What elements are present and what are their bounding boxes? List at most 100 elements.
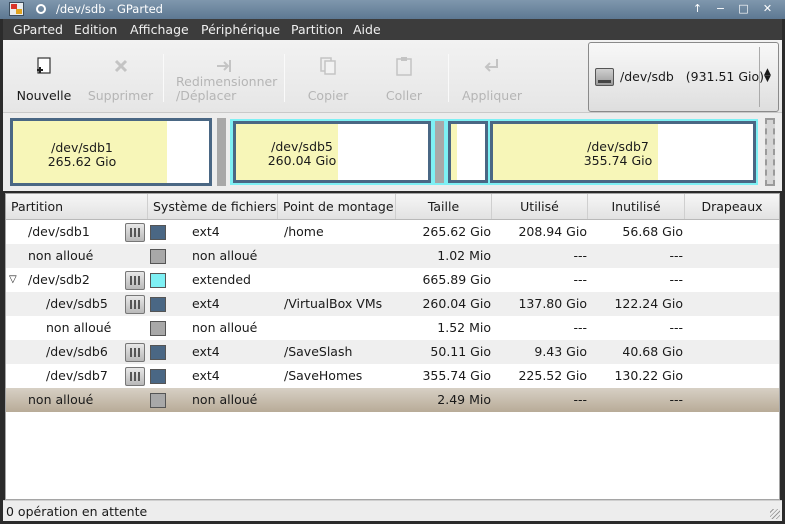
filesystem-color-swatch bbox=[150, 297, 166, 312]
cell-mountpoint: /home bbox=[284, 224, 324, 239]
menu-aide[interactable]: Aide bbox=[353, 22, 381, 37]
cell-unused: --- bbox=[669, 272, 683, 287]
map-unallocated-2[interactable] bbox=[435, 121, 444, 183]
table-row[interactable]: non alloué non alloué 1.52 Mio --- --- bbox=[6, 316, 779, 340]
new-partition-button[interactable]: Nouvelle bbox=[9, 40, 79, 113]
combo-arrows-icon: ▲ ▼ bbox=[764, 67, 771, 84]
minimize-button[interactable]: − bbox=[713, 2, 728, 16]
map-sdb5-size: 260.04 Gio bbox=[267, 153, 337, 168]
partition-map: /dev/sdb1 265.62 Gio /dev/sdb5 260.04 Gi… bbox=[3, 113, 782, 191]
filesystem-color-swatch bbox=[150, 249, 166, 264]
map-sdb1-name: /dev/sdb1 bbox=[51, 140, 113, 155]
col-flags[interactable]: Drapeaux bbox=[685, 194, 779, 219]
filesystem-color-swatch bbox=[150, 345, 166, 360]
menu-partition[interactable]: Partition bbox=[291, 22, 343, 37]
map-unallocated-1[interactable] bbox=[217, 118, 226, 186]
menu-bar: GParted Edition Affichage Périphérique P… bbox=[3, 19, 782, 40]
cell-partition: /dev/sdb2 bbox=[28, 272, 90, 287]
col-size[interactable]: Taille bbox=[396, 194, 492, 219]
cell-unused: --- bbox=[669, 248, 683, 263]
map-sdb5-name: /dev/sdb5 bbox=[271, 139, 333, 154]
cell-used: 9.43 Gio bbox=[534, 344, 587, 359]
table-row[interactable]: /dev/sdb1 ext4/home 265.62 Gio 208.94 Gio 56… bbox=[6, 220, 779, 244]
cell-unused: --- bbox=[669, 392, 683, 407]
resize-move-button[interactable]: Redimensionner /Déplacer bbox=[171, 40, 277, 113]
device-selector-divider bbox=[759, 47, 760, 107]
hard-disk-icon bbox=[595, 68, 614, 86]
cell-size: 1.52 Mio bbox=[437, 320, 491, 335]
map-sdb7-size: 355.74 Gio bbox=[583, 153, 653, 168]
col-filesystem[interactable]: Système de fichiers bbox=[148, 194, 278, 219]
mounted-lock-icon bbox=[125, 343, 145, 362]
map-partition-sdb6[interactable] bbox=[448, 121, 488, 183]
cell-mountpoint: /SaveSlash bbox=[284, 344, 353, 359]
device-selector[interactable]: /dev/sdb (931.51 Gio) ▲ ▼ bbox=[588, 42, 779, 112]
resize-move-icon bbox=[217, 60, 231, 72]
cell-used: --- bbox=[573, 320, 587, 335]
resize-label-2: /Déplacer bbox=[176, 88, 237, 103]
table-row[interactable]: /dev/sdb6 ext4/SaveSlash 50.11 Gio 9.43 Gio… bbox=[6, 340, 779, 364]
cell-filesystem: non alloué bbox=[192, 248, 258, 263]
col-partition[interactable]: Partition bbox=[6, 194, 148, 219]
sticky-pin-icon[interactable] bbox=[36, 4, 46, 14]
gparted-app-icon[interactable] bbox=[9, 2, 24, 16]
col-mountpoint[interactable]: Point de montage bbox=[278, 194, 396, 219]
cell-mountpoint: /SaveHomes bbox=[284, 368, 363, 383]
cell-size: 265.62 Gio bbox=[422, 224, 491, 239]
filesystem-color-swatch bbox=[150, 321, 166, 336]
table-row[interactable]: /dev/sdb7 ext4/SaveHomes 355.74 Gio 225.52 … bbox=[6, 364, 779, 388]
menu-edition[interactable]: Edition bbox=[74, 22, 117, 37]
cell-used: 208.94 Gio bbox=[518, 224, 587, 239]
status-bar: 0 opération en attente bbox=[3, 500, 782, 521]
table-row[interactable]: ▽ /dev/sdb2 extended 665.89 Gio --- --- bbox=[6, 268, 779, 292]
menu-affichage[interactable]: Affichage bbox=[130, 22, 189, 37]
cell-size: 2.49 Mio bbox=[437, 392, 491, 407]
toolbar-separator bbox=[284, 54, 285, 102]
cell-unused: 56.68 Gio bbox=[622, 224, 683, 239]
map-partition-sdb5[interactable]: /dev/sdb5 260.04 Gio bbox=[233, 121, 431, 183]
new-partition-icon bbox=[37, 57, 51, 74]
partition-table: Partition Système de fichiers Point de m… bbox=[5, 193, 780, 500]
toolbar-separator bbox=[163, 54, 164, 102]
copy-button[interactable]: Copier bbox=[293, 40, 363, 113]
map-partition-sdb1[interactable]: /dev/sdb1 265.62 Gio bbox=[10, 118, 212, 186]
cell-size: 50.11 Gio bbox=[430, 344, 491, 359]
col-used[interactable]: Utilisé bbox=[492, 194, 588, 219]
menu-gparted[interactable]: GParted bbox=[13, 22, 63, 37]
cell-unused: 122.24 Gio bbox=[614, 296, 683, 311]
mounted-lock-icon bbox=[125, 295, 145, 314]
map-used-sdb6 bbox=[451, 124, 458, 180]
collapse-expander-icon[interactable]: ▽ bbox=[9, 268, 17, 292]
map-sdb7-name: /dev/sdb7 bbox=[587, 139, 649, 154]
table-row[interactable]: non alloué non alloué 2.49 Mio --- --- bbox=[6, 388, 779, 412]
filesystem-color-swatch bbox=[150, 225, 166, 240]
resize-grip-icon[interactable] bbox=[770, 509, 780, 519]
menu-peripherique[interactable]: Périphérique bbox=[201, 22, 280, 37]
close-window-button[interactable]: ✕ bbox=[760, 2, 775, 16]
cell-partition: non alloué bbox=[28, 248, 94, 263]
table-row[interactable]: /dev/sdb5 ext4/VirtualBox VMs 260.04 Gio 13… bbox=[6, 292, 779, 316]
delete-icon bbox=[114, 59, 127, 73]
delete-button[interactable]: Supprimer bbox=[83, 40, 158, 113]
cell-filesystem: extended bbox=[192, 272, 251, 287]
shade-window-button[interactable]: ↑ bbox=[690, 2, 705, 16]
cell-size: 260.04 Gio bbox=[422, 296, 491, 311]
cell-partition: /dev/sdb6 bbox=[46, 344, 108, 359]
col-unused[interactable]: Inutilisé bbox=[588, 194, 685, 219]
map-partition-sdb7[interactable]: /dev/sdb7 355.74 Gio bbox=[490, 121, 756, 183]
maximize-button[interactable]: □ bbox=[736, 2, 751, 16]
map-unallocated-3[interactable] bbox=[765, 118, 775, 186]
cell-size: 355.74 Gio bbox=[422, 368, 491, 383]
cell-partition: /dev/sdb1 bbox=[28, 224, 90, 239]
apply-label: Appliquer bbox=[461, 88, 523, 103]
toolbar: Nouvelle Supprimer Redimensionner /Dépla… bbox=[3, 40, 782, 113]
cell-filesystem: ext4 bbox=[192, 224, 220, 239]
table-header: Partition Système de fichiers Point de m… bbox=[6, 194, 779, 220]
cell-filesystem: ext4 bbox=[192, 344, 220, 359]
paste-button[interactable]: Coller bbox=[369, 40, 439, 113]
mounted-lock-icon bbox=[125, 271, 145, 290]
table-row[interactable]: non alloué non alloué 1.02 Mio --- --- bbox=[6, 244, 779, 268]
copy-label: Copier bbox=[307, 88, 349, 103]
cell-used: --- bbox=[573, 248, 587, 263]
apply-button[interactable]: Appliquer bbox=[457, 40, 527, 113]
